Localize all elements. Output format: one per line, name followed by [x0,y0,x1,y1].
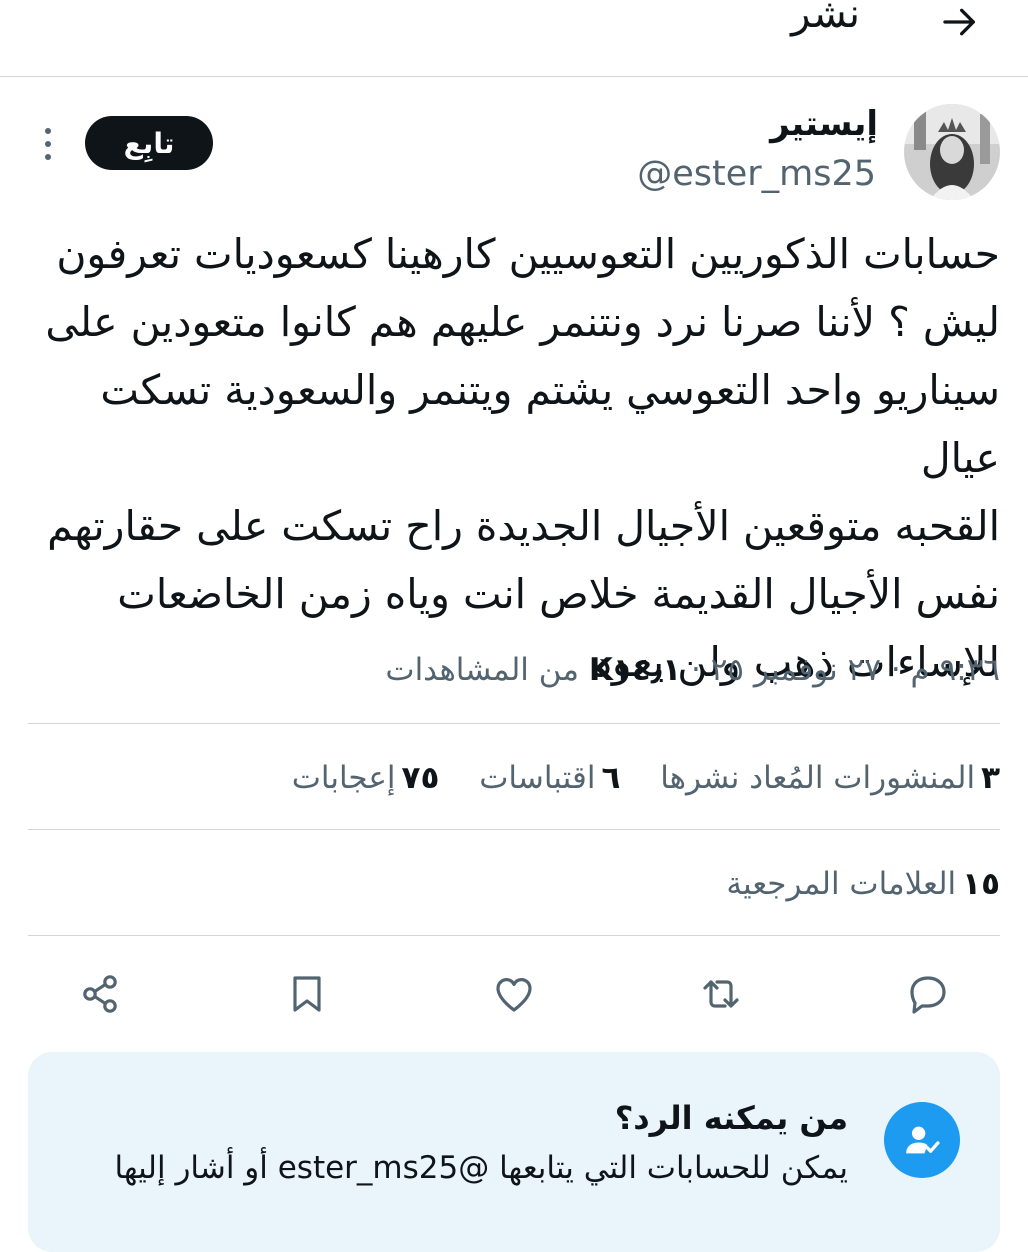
views-label: من المشاهدات [385,652,579,688]
repost-button[interactable] [691,966,751,1022]
views-count: K١٤٫١ [588,652,682,688]
divider [28,935,1000,936]
dot [45,128,51,134]
separator: · [691,652,701,688]
person-check-icon [906,1126,940,1154]
likes-label: إعجابات [291,760,396,796]
author-display-name[interactable]: إيستير [770,100,878,148]
bookmark-button[interactable] [277,966,337,1022]
page-title: نشر [791,0,860,37]
heart-icon [496,978,532,1012]
tweet-meta: ٩:٣٦ م · ٢٧ نوفمبر ٢٥ · K١٤٫١ من المشاهد… [385,646,1000,694]
reply-settings-description: يمكن للحسابات التي يتابعها @ester_ms25 أ… [114,1150,848,1186]
reposts-stat[interactable]: ٣المنشورات المُعاد نشرها [650,760,1000,796]
dot [45,141,51,147]
quotes-stat[interactable]: ٦اقتباسات [469,760,620,796]
more-options-button[interactable] [34,122,62,166]
separator: · [890,652,901,688]
reply-button[interactable] [898,966,958,1022]
reposts-label: المنشورات المُعاد نشرها [660,760,976,796]
engagement-stats: ٣المنشورات المُعاد نشرها ٦اقتباسات ٧٥إعج… [262,752,1000,804]
quotes-label: اقتباسات [479,760,596,796]
tweet-time[interactable]: ٩:٣٦ م [911,652,1000,688]
author-handle[interactable]: @ester_ms25 [637,150,876,198]
like-button[interactable] [484,966,544,1022]
bookmarks-label: العلامات المرجعية [726,866,957,902]
back-button[interactable] [932,0,988,50]
divider [28,829,1000,830]
reply-restriction-notice: من يمكنه الرد؟ يمكن للحسابات التي يتابعه… [28,1052,1000,1252]
reply-settings-title: من يمكنه الرد؟ [614,1099,848,1137]
likes-count: ٧٥ [401,760,440,796]
follow-button[interactable]: تابِع [85,116,213,170]
share-button[interactable] [70,966,130,1022]
divider [28,723,1000,724]
reply-icon [910,976,946,1014]
profile-photo [904,104,1000,200]
bookmarks-count: ١٥ [962,866,1000,902]
bookmarks-stat[interactable]: ١٥العلامات المرجعية [726,858,1000,910]
reply-restriction-badge [884,1102,960,1178]
reposts-count: ٣ [981,760,1000,796]
tweet-date[interactable]: ٢٧ نوفمبر ٢٥ [711,652,881,688]
quotes-count: ٦ [601,760,621,796]
top-bar: نشر [0,0,1028,77]
likes-stat[interactable]: ٧٥إعجابات [292,760,440,796]
share-icon [83,975,117,1013]
tweet-text: حسابات الذكوريين التعوسيين كارهينا كسعود… [45,230,1000,686]
avatar[interactable] [904,104,1000,200]
repost-icon [703,980,739,1008]
arrow-right-icon [943,8,975,36]
bookmark-icon [293,976,321,1012]
dot [45,154,51,160]
action-bar [70,966,958,1022]
